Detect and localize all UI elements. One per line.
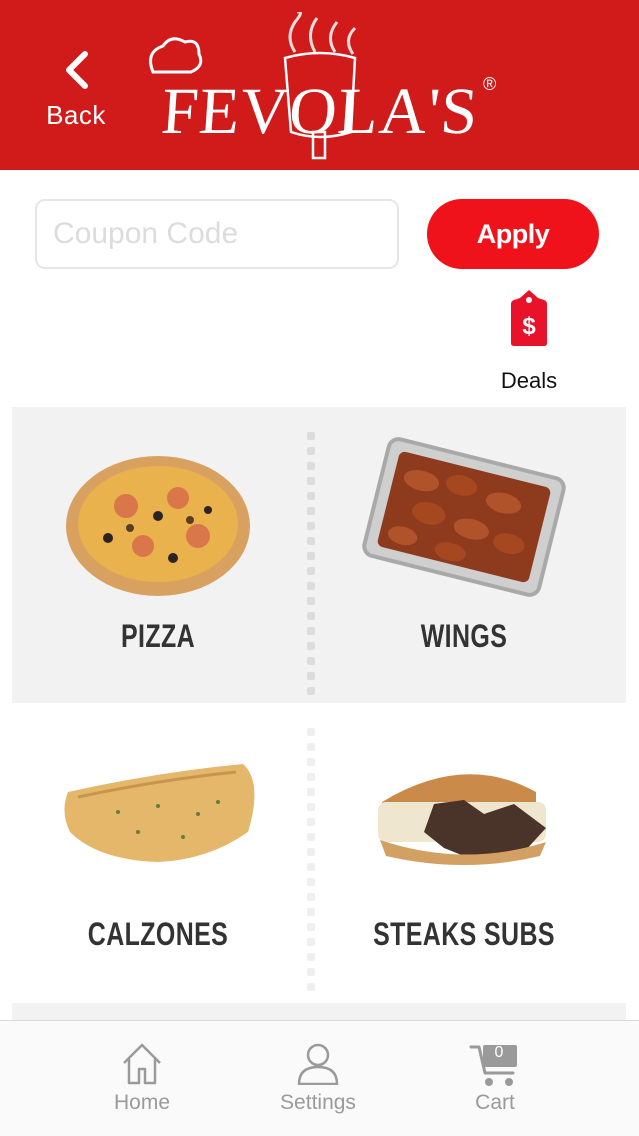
back-button[interactable]: Back bbox=[36, 50, 116, 140]
steak-sub-image bbox=[378, 774, 546, 865]
tab-label: Cart bbox=[475, 1091, 515, 1114]
tab-settings[interactable]: Settings bbox=[238, 1021, 398, 1136]
category-label: WINGS bbox=[420, 618, 508, 654]
category-tile-wings[interactable]: WINGS bbox=[314, 410, 614, 700]
category-tile-pizza[interactable]: PIZZA bbox=[8, 410, 308, 700]
user-icon bbox=[297, 1043, 339, 1085]
tab-label: Home bbox=[113, 1091, 171, 1114]
pizza-image bbox=[66, 456, 250, 596]
svg-text:$: $ bbox=[522, 313, 536, 340]
tab-cart[interactable]: 0 Cart bbox=[415, 1021, 575, 1136]
tab-label: Settings bbox=[280, 1091, 356, 1114]
category-label: STEAKS SUBS bbox=[373, 916, 555, 952]
calzone-image bbox=[64, 764, 255, 862]
fevolas-logo: FEVOLA'S ® bbox=[145, 12, 505, 162]
home-icon bbox=[123, 1043, 161, 1085]
app-header: Back FEVOLA'S ® bbox=[0, 0, 639, 170]
logo-text: FEVOLA'S bbox=[159, 75, 482, 148]
bottom-tab-bar: Home Settings 0 Cart bbox=[0, 1020, 639, 1136]
category-label: CALZONES bbox=[87, 916, 229, 952]
cart-badge: 0 bbox=[494, 1044, 504, 1061]
registered-mark: ® bbox=[483, 74, 497, 94]
chevron-left-icon bbox=[66, 51, 88, 89]
apply-button[interactable]: Apply bbox=[427, 199, 599, 269]
category-label: PIZZA bbox=[120, 618, 196, 654]
price-tag-dollar-icon: $ bbox=[511, 290, 547, 346]
tab-home[interactable]: Home bbox=[62, 1021, 222, 1136]
deals-label: Deals bbox=[500, 368, 558, 393]
category-tile-steaks-subs[interactable]: STEAKS SUBS bbox=[314, 712, 614, 1002]
wings-tray-image bbox=[362, 437, 566, 597]
deals-button[interactable]: $ Deals bbox=[492, 290, 566, 400]
back-label: Back bbox=[46, 100, 106, 130]
coupon-code-input[interactable] bbox=[35, 199, 399, 269]
category-tile-calzones[interactable]: CALZONES bbox=[8, 712, 308, 1002]
